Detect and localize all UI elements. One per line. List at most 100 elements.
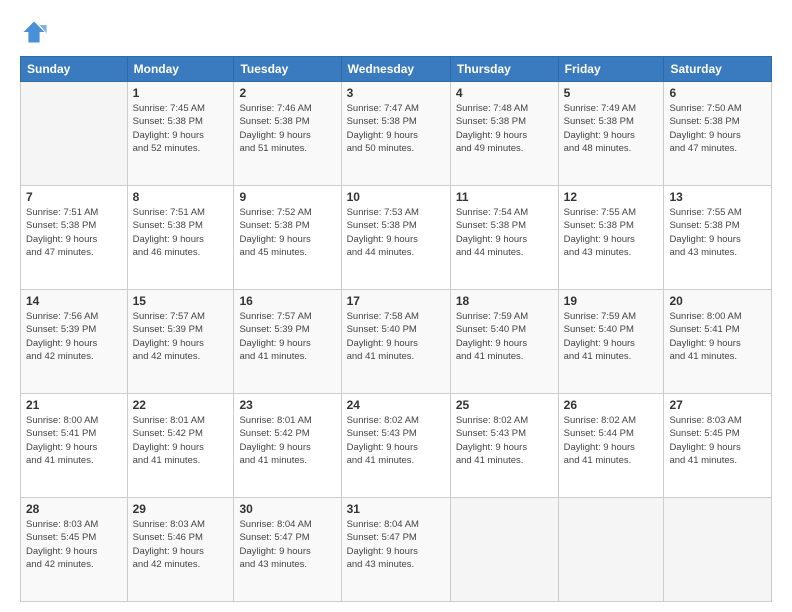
day-info: Sunrise: 7:59 AMSunset: 5:40 PMDaylight:… (564, 310, 659, 363)
day-number: 12 (564, 190, 659, 204)
calendar-cell (21, 82, 128, 186)
weekday-header-saturday: Saturday (664, 57, 772, 82)
calendar-cell (450, 498, 558, 602)
day-number: 27 (669, 398, 766, 412)
week-row-3: 14 Sunrise: 7:56 AMSunset: 5:39 PMDayligh… (21, 290, 772, 394)
calendar-cell: 22Sunrise: 8:01 AMSunset: 5:42 PMDayligh… (127, 394, 234, 498)
day-number: 7 (26, 190, 122, 204)
weekday-header-friday: Friday (558, 57, 664, 82)
day-info: Sunrise: 7:56 AMSunset: 5:39 PMDaylight:… (26, 310, 122, 363)
day-number: 18 (456, 294, 553, 308)
day-number: 21 (26, 398, 122, 412)
calendar-cell: 17 Sunrise: 7:58 AMSunset: 5:40 PMDayligh… (341, 290, 450, 394)
day-info: Sunrise: 7:53 AMSunset: 5:38 PMDaylight:… (347, 206, 445, 259)
day-number: 5 (564, 86, 659, 100)
day-info: Sunrise: 7:58 AMSunset: 5:40 PMDaylight:… (347, 310, 445, 363)
calendar-cell: 2Sunrise: 7:46 AMSunset: 5:38 PMDaylight… (234, 82, 341, 186)
weekday-header-row: SundayMondayTuesdayWednesdayThursdayFrid… (21, 57, 772, 82)
calendar-cell: 18 Sunrise: 7:59 AMSunset: 5:40 PMDayligh… (450, 290, 558, 394)
day-number: 30 (239, 502, 335, 516)
calendar-cell: 29Sunrise: 8:03 AMSunset: 5:46 PMDayligh… (127, 498, 234, 602)
weekday-header-tuesday: Tuesday (234, 57, 341, 82)
calendar-cell: 19Sunrise: 7:59 AMSunset: 5:40 PMDayligh… (558, 290, 664, 394)
logo-icon (20, 18, 48, 46)
calendar-cell: 7 Sunrise: 7:51 AMSunset: 5:38 PMDaylight… (21, 186, 128, 290)
day-number: 20 (669, 294, 766, 308)
day-info: Sunrise: 7:47 AMSunset: 5:38 PMDaylight:… (347, 102, 445, 155)
day-info: Sunrise: 8:03 AMSunset: 5:45 PMDaylight:… (669, 414, 766, 467)
calendar-cell: 12 Sunrise: 7:55 AMSunset: 5:38 PMDayligh… (558, 186, 664, 290)
day-info: Sunrise: 8:03 AMSunset: 5:45 PMDaylight:… (26, 518, 122, 571)
calendar-cell: 20 Sunrise: 8:00 AMSunset: 5:41 PMDayligh… (664, 290, 772, 394)
header (20, 18, 772, 46)
day-number: 16 (239, 294, 335, 308)
day-number: 23 (239, 398, 335, 412)
calendar-cell: 28 Sunrise: 8:03 AMSunset: 5:45 PMDayligh… (21, 498, 128, 602)
day-info: Sunrise: 8:02 AMSunset: 5:44 PMDaylight:… (564, 414, 659, 467)
day-number: 9 (239, 190, 335, 204)
calendar-cell: 16 Sunrise: 7:57 AMSunset: 5:39 PMDayligh… (234, 290, 341, 394)
day-info: Sunrise: 7:50 AMSunset: 5:38 PMDaylight:… (669, 102, 766, 155)
day-info: Sunrise: 8:04 AMSunset: 5:47 PMDaylight:… (239, 518, 335, 571)
day-info: Sunrise: 8:04 AMSunset: 5:47 PMDaylight:… (347, 518, 445, 571)
day-info: Sunrise: 8:02 AMSunset: 5:43 PMDaylight:… (347, 414, 445, 467)
day-number: 15 (133, 294, 229, 308)
week-row-5: 28 Sunrise: 8:03 AMSunset: 5:45 PMDayligh… (21, 498, 772, 602)
calendar-cell: 6 Sunrise: 7:50 AMSunset: 5:38 PMDaylight… (664, 82, 772, 186)
day-number: 1 (133, 86, 229, 100)
calendar-cell: 11 Sunrise: 7:54 AMSunset: 5:38 PMDayligh… (450, 186, 558, 290)
logo (20, 18, 52, 46)
calendar-cell: 1 Sunrise: 7:45 AMSunset: 5:38 PMDaylight… (127, 82, 234, 186)
calendar-cell: 10 Sunrise: 7:53 AMSunset: 5:38 PMDayligh… (341, 186, 450, 290)
day-number: 10 (347, 190, 445, 204)
weekday-header-thursday: Thursday (450, 57, 558, 82)
calendar-cell: 8 Sunrise: 7:51 AMSunset: 5:38 PMDaylight… (127, 186, 234, 290)
day-number: 13 (669, 190, 766, 204)
calendar-cell: 26Sunrise: 8:02 AMSunset: 5:44 PMDayligh… (558, 394, 664, 498)
day-number: 8 (133, 190, 229, 204)
day-info: Sunrise: 7:51 AMSunset: 5:38 PMDaylight:… (26, 206, 122, 259)
weekday-header-monday: Monday (127, 57, 234, 82)
weekday-header-sunday: Sunday (21, 57, 128, 82)
day-number: 6 (669, 86, 766, 100)
day-info: Sunrise: 8:00 AMSunset: 5:41 PMDaylight:… (669, 310, 766, 363)
calendar-cell: 9 Sunrise: 7:52 AMSunset: 5:38 PMDaylight… (234, 186, 341, 290)
calendar-cell: 4 Sunrise: 7:48 AMSunset: 5:38 PMDaylight… (450, 82, 558, 186)
calendar-page: SundayMondayTuesdayWednesdayThursdayFrid… (0, 0, 792, 612)
day-info: Sunrise: 7:55 AMSunset: 5:38 PMDaylight:… (564, 206, 659, 259)
day-number: 28 (26, 502, 122, 516)
week-row-2: 7 Sunrise: 7:51 AMSunset: 5:38 PMDaylight… (21, 186, 772, 290)
day-info: Sunrise: 7:49 AMSunset: 5:38 PMDaylight:… (564, 102, 659, 155)
calendar-cell: 24 Sunrise: 8:02 AMSunset: 5:43 PMDayligh… (341, 394, 450, 498)
day-info: Sunrise: 8:02 AMSunset: 5:43 PMDaylight:… (456, 414, 553, 467)
calendar-cell: 5 Sunrise: 7:49 AMSunset: 5:38 PMDaylight… (558, 82, 664, 186)
calendar-cell: 31 Sunrise: 8:04 AMSunset: 5:47 PMDayligh… (341, 498, 450, 602)
day-info: Sunrise: 8:03 AMSunset: 5:46 PMDaylight:… (133, 518, 229, 571)
day-number: 25 (456, 398, 553, 412)
day-number: 24 (347, 398, 445, 412)
day-info: Sunrise: 7:57 AMSunset: 5:39 PMDaylight:… (133, 310, 229, 363)
day-info: Sunrise: 7:51 AMSunset: 5:38 PMDaylight:… (133, 206, 229, 259)
calendar-cell: 30 Sunrise: 8:04 AMSunset: 5:47 PMDayligh… (234, 498, 341, 602)
day-number: 4 (456, 86, 553, 100)
calendar-cell (664, 498, 772, 602)
week-row-1: 1 Sunrise: 7:45 AMSunset: 5:38 PMDaylight… (21, 82, 772, 186)
calendar-cell: 3Sunrise: 7:47 AMSunset: 5:38 PMDaylight… (341, 82, 450, 186)
day-number: 11 (456, 190, 553, 204)
day-info: Sunrise: 7:48 AMSunset: 5:38 PMDaylight:… (456, 102, 553, 155)
weekday-header-wednesday: Wednesday (341, 57, 450, 82)
day-number: 14 (26, 294, 122, 308)
day-info: Sunrise: 7:52 AMSunset: 5:38 PMDaylight:… (239, 206, 335, 259)
day-info: Sunrise: 7:54 AMSunset: 5:38 PMDaylight:… (456, 206, 553, 259)
day-info: Sunrise: 7:59 AMSunset: 5:40 PMDaylight:… (456, 310, 553, 363)
day-number: 17 (347, 294, 445, 308)
day-info: Sunrise: 7:45 AMSunset: 5:38 PMDaylight:… (133, 102, 229, 155)
week-row-4: 21 Sunrise: 8:00 AMSunset: 5:41 PMDayligh… (21, 394, 772, 498)
calendar-cell: 23 Sunrise: 8:01 AMSunset: 5:42 PMDayligh… (234, 394, 341, 498)
day-info: Sunrise: 7:57 AMSunset: 5:39 PMDaylight:… (239, 310, 335, 363)
day-info: Sunrise: 8:00 AMSunset: 5:41 PMDaylight:… (26, 414, 122, 467)
calendar-cell: 13Sunrise: 7:55 AMSunset: 5:38 PMDayligh… (664, 186, 772, 290)
calendar-cell: 27 Sunrise: 8:03 AMSunset: 5:45 PMDayligh… (664, 394, 772, 498)
day-info: Sunrise: 8:01 AMSunset: 5:42 PMDaylight:… (239, 414, 335, 467)
day-number: 31 (347, 502, 445, 516)
